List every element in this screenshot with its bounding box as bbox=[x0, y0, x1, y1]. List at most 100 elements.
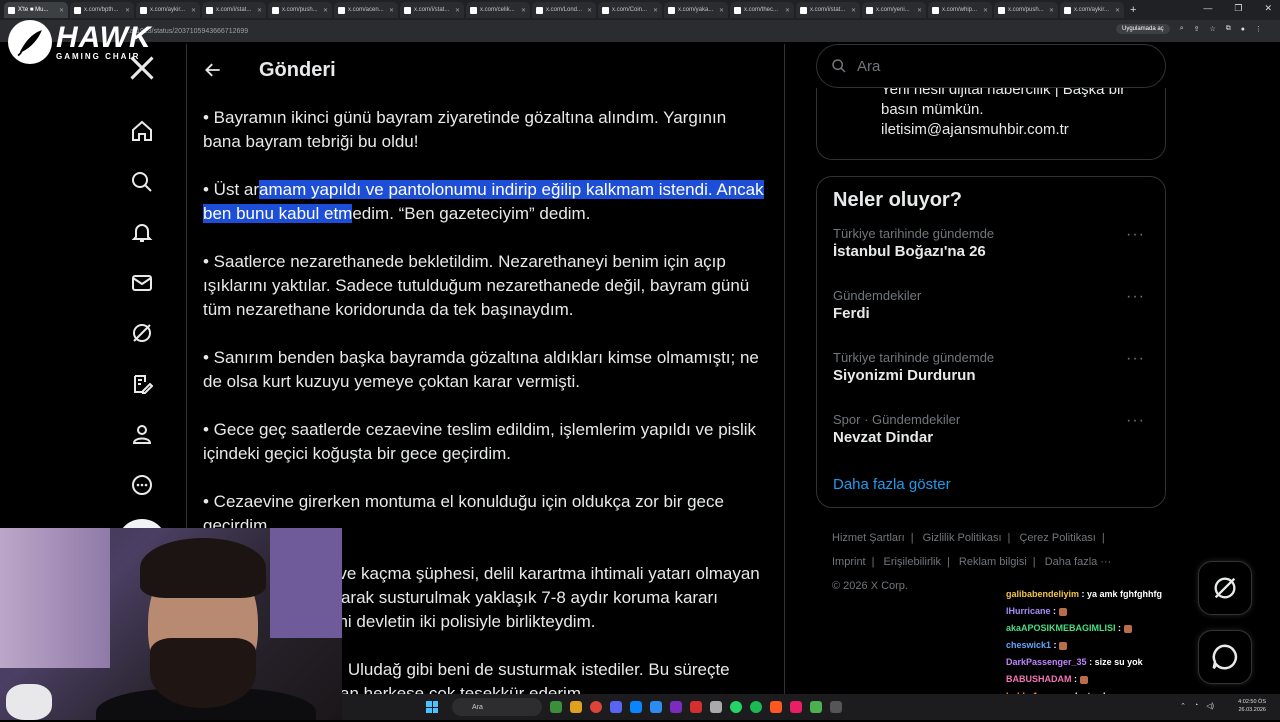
tab-close-icon[interactable]: ✕ bbox=[917, 7, 922, 14]
tab-close-icon[interactable]: ✕ bbox=[191, 7, 196, 14]
profile-avatar-icon[interactable]: ● bbox=[1241, 26, 1245, 33]
footer-link[interactable]: Gizlilik Politikası bbox=[923, 532, 1002, 544]
app-icon[interactable] bbox=[670, 701, 682, 713]
footer-link[interactable]: Imprint bbox=[832, 556, 866, 568]
trend-more-icon[interactable]: ··· bbox=[1126, 288, 1145, 306]
taskbar-clock[interactable]: 4:02:50 ÖS 26.03.2026 bbox=[1238, 698, 1266, 714]
browser-tab[interactable]: x.com/celik... ✕ bbox=[466, 2, 530, 18]
folder-icon[interactable] bbox=[570, 701, 582, 713]
tab-close-icon[interactable]: ✕ bbox=[653, 7, 658, 14]
tab-close-icon[interactable]: ✕ bbox=[455, 7, 460, 14]
profile-person-icon[interactable] bbox=[122, 414, 162, 454]
browser-tab[interactable]: x.com/i/stat... ✕ bbox=[796, 2, 860, 18]
tab-close-icon[interactable]: ✕ bbox=[983, 7, 988, 14]
close-window-button[interactable]: ✕ bbox=[1264, 3, 1272, 14]
app-icon[interactable] bbox=[790, 701, 802, 713]
browser-tab[interactable]: x.com/whip... ✕ bbox=[928, 2, 992, 18]
app-icon[interactable] bbox=[770, 701, 782, 713]
chat-message: lHurricane : bbox=[1006, 603, 1276, 620]
notifications-bell-icon[interactable] bbox=[122, 212, 162, 252]
explore-search-icon[interactable] bbox=[122, 162, 162, 202]
trend-item[interactable]: Türkiye tarihinde gündemde İstanbul Boğa… bbox=[833, 226, 1149, 288]
tab-label: x.com/bpth... bbox=[84, 7, 119, 13]
grok-icon[interactable] bbox=[122, 313, 162, 353]
drafts-compose-icon[interactable] bbox=[122, 364, 162, 404]
app-icon[interactable] bbox=[710, 701, 722, 713]
browser-tab[interactable]: x.com/acen... ✕ bbox=[334, 2, 398, 18]
footer-link[interactable]: Reklam bilgisi bbox=[959, 556, 1027, 568]
bio-email: iletisim@ajansmuhbir.com.tr bbox=[881, 121, 1069, 138]
browser-tab[interactable]: x.com/push... ✕ bbox=[994, 2, 1058, 18]
trend-more-icon[interactable]: ··· bbox=[1126, 350, 1145, 368]
minimize-button[interactable]: — bbox=[1203, 3, 1212, 14]
chrome-icon[interactable] bbox=[590, 701, 602, 713]
browser-tab[interactable]: X'te ■ Mu... ✕ bbox=[4, 2, 68, 18]
search-box[interactable]: Ara bbox=[816, 44, 1166, 88]
footer-link[interactable]: Erişilebilirlik bbox=[884, 556, 941, 568]
tab-close-icon[interactable]: ✕ bbox=[1115, 7, 1120, 14]
tab-close-icon[interactable]: ✕ bbox=[125, 7, 130, 14]
app-icon[interactable] bbox=[550, 701, 562, 713]
tab-close-icon[interactable]: ✕ bbox=[59, 7, 64, 14]
browser-tab[interactable]: x.com/yaka... ✕ bbox=[664, 2, 728, 18]
volume-icon[interactable]: ◁) bbox=[1206, 702, 1214, 710]
tab-close-icon[interactable]: ✕ bbox=[257, 7, 262, 14]
app-icon[interactable] bbox=[810, 701, 822, 713]
browser-tab[interactable]: x.com/aykir... ✕ bbox=[136, 2, 200, 18]
tab-close-icon[interactable]: ✕ bbox=[323, 7, 328, 14]
paragraph-text: • Bayramın ikinci günü bayram ziyaretind… bbox=[203, 108, 727, 151]
windows-start-icon[interactable] bbox=[426, 701, 438, 713]
edge-icon[interactable] bbox=[630, 701, 642, 713]
browser-tab[interactable]: x.com/push... ✕ bbox=[268, 2, 332, 18]
taskbar-search[interactable]: Ara bbox=[452, 698, 542, 716]
tab-close-icon[interactable]: ✕ bbox=[521, 7, 526, 14]
browser-menu-icon[interactable]: ⋮ bbox=[1255, 25, 1262, 33]
browser-tab[interactable]: x.com/Coin... ✕ bbox=[598, 2, 662, 18]
browser-tab[interactable]: x.com/i/stat... ✕ bbox=[202, 2, 266, 18]
open-in-app-button[interactable]: Uygulamada aç bbox=[1115, 24, 1170, 34]
show-more-link[interactable]: Daha fazla göster bbox=[833, 476, 1149, 493]
search-placeholder[interactable]: Ara bbox=[857, 58, 880, 75]
discord-icon[interactable] bbox=[610, 701, 622, 713]
trend-more-icon[interactable]: ··· bbox=[1126, 412, 1145, 430]
network-icon[interactable]: ◔ bbox=[1194, 702, 1198, 710]
footer-link[interactable]: Çerez Politikası bbox=[1019, 532, 1095, 544]
new-tab-button[interactable]: + bbox=[1130, 4, 1136, 16]
app-icon[interactable] bbox=[690, 701, 702, 713]
more-options-icon[interactable] bbox=[122, 465, 162, 505]
spotify-icon[interactable] bbox=[750, 701, 762, 713]
share-icon[interactable]: ⇪ bbox=[1194, 25, 1200, 33]
browser-tab[interactable]: x.com/i/stat... ✕ bbox=[400, 2, 464, 18]
whatsapp-icon[interactable] bbox=[730, 701, 742, 713]
tab-close-icon[interactable]: ✕ bbox=[389, 7, 394, 14]
tab-close-icon[interactable]: ✕ bbox=[851, 7, 856, 14]
trend-name: Siyonizmi Durdurun bbox=[833, 367, 976, 384]
bookmark-star-icon[interactable]: ☆ bbox=[1209, 25, 1215, 33]
messages-mail-icon[interactable] bbox=[122, 263, 162, 303]
browser-tab[interactable]: x.com/aykir... ✕ bbox=[1060, 2, 1124, 18]
browser-tab[interactable]: x.com/Lond... ✕ bbox=[532, 2, 596, 18]
app-icon[interactable] bbox=[650, 701, 662, 713]
paragraph-text: • Gece geç saatlerde cezaevine teslim ed… bbox=[203, 420, 757, 463]
footer-link[interactable]: Daha fazla ··· bbox=[1045, 556, 1112, 568]
trend-item[interactable]: Türkiye tarihinde gündemde Siyonizmi Dur… bbox=[833, 350, 1149, 412]
trend-more-icon[interactable]: ··· bbox=[1126, 226, 1145, 244]
tab-close-icon[interactable]: ✕ bbox=[719, 7, 724, 14]
footer-link[interactable]: Hizmet Şartları bbox=[832, 532, 905, 544]
trend-item[interactable]: Gündemdekiler Ferdi ··· bbox=[833, 288, 1149, 350]
tray-chevron-icon[interactable]: ⌃ bbox=[1180, 702, 1186, 710]
home-icon[interactable] bbox=[122, 111, 162, 151]
tab-close-icon[interactable]: ✕ bbox=[785, 7, 790, 14]
zoom-icon[interactable]: ⌕ bbox=[1180, 25, 1184, 33]
browser-tab[interactable]: x.com/yeni... ✕ bbox=[862, 2, 926, 18]
maximize-button[interactable]: ❐ bbox=[1234, 3, 1242, 14]
app-icon[interactable] bbox=[830, 701, 842, 713]
window-controls: — ❐ ✕ bbox=[1203, 3, 1272, 14]
trend-item[interactable]: Spor · Gündemdekiler Nevzat Dindar ··· bbox=[833, 412, 1149, 474]
extensions-icon[interactable]: ⧉ bbox=[1226, 25, 1231, 33]
tab-close-icon[interactable]: ✕ bbox=[1049, 7, 1054, 14]
browser-tab[interactable]: x.com/bpth... ✕ bbox=[70, 2, 134, 18]
tab-close-icon[interactable]: ✕ bbox=[587, 7, 592, 14]
back-arrow-icon[interactable] bbox=[203, 60, 223, 80]
browser-tab[interactable]: x.com/thec... ✕ bbox=[730, 2, 794, 18]
